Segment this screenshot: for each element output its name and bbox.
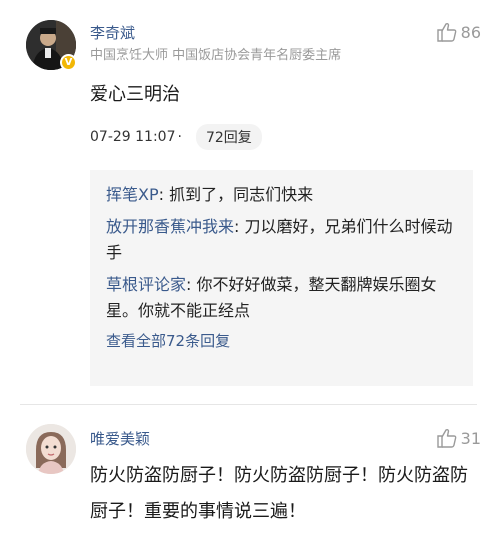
reply-author[interactable]: 挥笔XP xyxy=(106,185,159,204)
divider xyxy=(20,404,477,405)
like-count: 31 xyxy=(460,428,481,448)
like-button[interactable]: 86 xyxy=(436,22,481,42)
meta-separator: · xyxy=(177,129,182,145)
thumbs-up-icon xyxy=(436,22,457,42)
like-count: 86 xyxy=(460,22,481,42)
comment-text: 爱心三明治 xyxy=(90,84,180,105)
comment-text: 防火防盗防厨子！防火防盗防厨子！防火防盗防厨子！重要的事情说三遍！ xyxy=(90,465,468,522)
reply-count-button[interactable]: 72回复 xyxy=(195,124,262,150)
reply-author[interactable]: 放开那香蕉冲我来 xyxy=(106,217,234,236)
avatar[interactable] xyxy=(26,424,76,474)
comment-timestamp: 07-29 11:07 xyxy=(90,129,176,145)
comment-item: 唯爱美颖 31 防火防盗防厨子！防火防盗防厨子！防火防盗防厨子！重要的事情说三遍… xyxy=(0,410,497,547)
comment-item: V 李奇斌 中国烹饪大师 中国饭店协会青年名厨委主席 86 爱心三明治 07-2… xyxy=(0,0,497,400)
comment-author[interactable]: 李奇斌 xyxy=(90,22,135,43)
like-button[interactable]: 31 xyxy=(436,428,481,448)
replies-box: 挥笔XP: 抓到了，同志们快来 放开那香蕉冲我来: 刀以磨好，兄弟们什么时候动手… xyxy=(90,170,473,386)
author-title: 中国烹饪大师 中国饭店协会青年名厨委主席 xyxy=(90,48,342,63)
reply-item[interactable]: 挥笔XP: 抓到了，同志们快来 xyxy=(106,182,457,208)
reply-item[interactable]: 草根评论家: 你不好好做菜，整天翻牌娱乐圈女星。你就不能正经点 xyxy=(106,272,457,324)
reply-text: : 抓到了，同志们快来 xyxy=(158,185,314,204)
comment-author[interactable]: 唯爱美颖 xyxy=(90,428,150,449)
comment-meta: 07-29 11:07 · 72回复 xyxy=(90,124,262,150)
reply-author[interactable]: 草根评论家 xyxy=(106,275,186,294)
avatar-image xyxy=(26,424,76,474)
thumbs-up-icon xyxy=(436,428,457,448)
verified-badge-icon: V xyxy=(60,54,77,71)
view-all-replies-link[interactable]: 查看全部72条回复 xyxy=(106,330,457,351)
reply-item[interactable]: 放开那香蕉冲我来: 刀以磨好，兄弟们什么时候动手 xyxy=(106,214,457,266)
